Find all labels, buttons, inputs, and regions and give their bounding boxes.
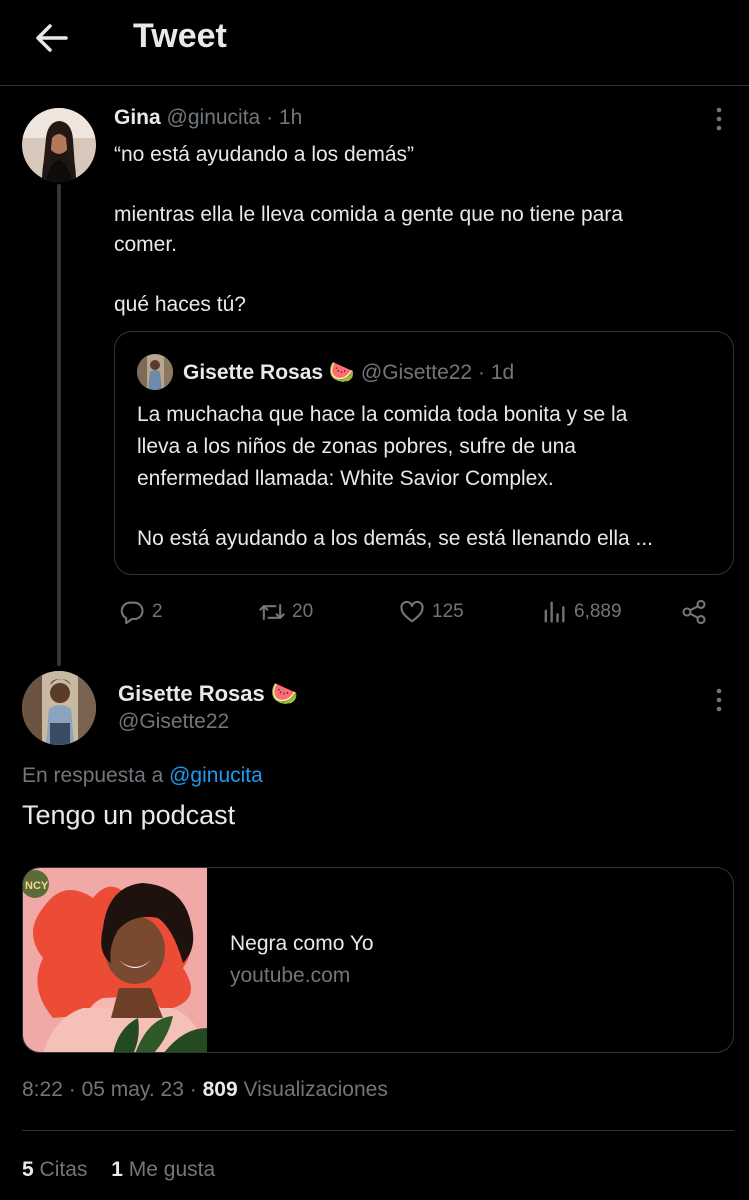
reply-text: Tengo un podcast xyxy=(22,800,236,830)
avatar-gisette-small xyxy=(137,354,173,390)
link-preview-card[interactable]: NCY Negra como Yo youtube.com xyxy=(22,867,734,1053)
reply-author-handle[interactable]: @Gisette22 xyxy=(118,710,229,734)
engagement-stats: 5 Citas 1 Me gusta xyxy=(22,1158,233,1182)
quoted-text-line: No está ayudando a los demás, se está ll… xyxy=(137,527,653,550)
reply-count: 2 xyxy=(152,601,163,622)
more-options-icon[interactable] xyxy=(704,685,734,715)
meta-separator: · xyxy=(266,106,274,129)
avatar-gisette[interactable] xyxy=(22,671,96,745)
tweet-text-line: mientras ella le lleva comida a gente qu… xyxy=(114,203,623,226)
author-handle[interactable]: @ginucita xyxy=(167,106,261,129)
tweet-text-line: qué haces tú? xyxy=(114,293,246,316)
timestamp-date[interactable]: 05 may. 23 xyxy=(82,1078,184,1101)
likes-label: Me gusta xyxy=(128,1158,216,1181)
meta-separator: · xyxy=(189,1078,197,1101)
card-badge: NCY xyxy=(25,880,49,892)
tweet-header: Gina @ginucita · 1h xyxy=(114,106,302,130)
views-label: Visualizaciones xyxy=(243,1078,388,1101)
meta-separator: · xyxy=(477,361,485,384)
quoted-author-name: Gisette Rosas xyxy=(183,361,324,384)
reply-to-handle-link[interactable]: @ginucita xyxy=(169,764,263,787)
like-count: 125 xyxy=(432,601,464,622)
top-bar: Tweet xyxy=(0,0,749,86)
watermelon-emoji: 🍉 xyxy=(270,681,299,706)
quoted-tweet[interactable]: Gisette Rosas 🍉 @Gisette22 · 1d La mucha… xyxy=(114,331,734,575)
heart-icon xyxy=(400,600,424,623)
views-count: 6,889 xyxy=(574,601,622,622)
quoted-author-handle: @Gisette22 xyxy=(360,361,473,384)
author-name[interactable]: Gina xyxy=(114,106,161,129)
avatar-gina[interactable] xyxy=(22,108,96,182)
views-button[interactable]: 6,889 xyxy=(540,596,622,628)
retweet-count: 20 xyxy=(292,601,314,622)
card-thumbnail: NCY xyxy=(23,868,207,1052)
back-arrow-icon[interactable] xyxy=(32,20,72,56)
views-total: 809 xyxy=(202,1078,238,1101)
reply-author: Gisette Rosas 🍉 xyxy=(118,681,298,707)
tweet-text-line: comer. xyxy=(114,233,178,256)
reply-context: En respuesta a @ginucita xyxy=(22,764,263,788)
like-button[interactable]: 125 xyxy=(398,596,464,628)
quoted-tweet-time: 1d xyxy=(490,361,515,384)
timestamp-time[interactable]: 8:22 xyxy=(22,1078,63,1101)
page-title: Tweet xyxy=(133,17,227,55)
more-options-icon[interactable] xyxy=(704,104,734,134)
reply-author-name[interactable]: Gisette Rosas xyxy=(118,681,265,706)
reply-icon xyxy=(120,601,144,625)
quotes-count: 5 xyxy=(22,1158,34,1181)
quotes-label: Citas xyxy=(39,1158,88,1181)
share-icon xyxy=(682,599,706,625)
retweet-button[interactable]: 20 xyxy=(258,596,313,628)
card-title: Negra como Yo xyxy=(230,932,374,955)
quoted-text-line: enfermedad llamada: White Savior Complex… xyxy=(137,467,554,490)
quotes-stat[interactable]: 5 Citas xyxy=(22,1158,93,1181)
share-button[interactable] xyxy=(680,596,708,628)
retweet-icon xyxy=(259,603,285,621)
tweet-timestamp: 8:22 · 05 may. 23 · 809 Visualizaciones xyxy=(22,1078,388,1102)
meta-separator: · xyxy=(68,1078,76,1101)
watermelon-emoji: 🍉 xyxy=(328,361,356,384)
tweet-text-line: “no está ayudando a los demás” xyxy=(114,143,415,166)
reply-button[interactable]: 2 xyxy=(118,596,163,628)
views-chart-icon xyxy=(544,601,565,623)
tweet-time[interactable]: 1h xyxy=(279,106,302,129)
likes-count: 1 xyxy=(111,1158,123,1181)
quoted-text-line: lleva a los niños de zonas pobres, sufre… xyxy=(137,435,576,458)
likes-stat[interactable]: 1 Me gusta xyxy=(111,1158,215,1181)
quoted-text-line: La muchacha que hace la comida toda boni… xyxy=(137,403,628,426)
quoted-tweet-header: Gisette Rosas 🍉 @Gisette22 · 1d xyxy=(183,361,514,385)
card-domain: youtube.com xyxy=(230,964,351,987)
thread-connector-line xyxy=(57,184,61,666)
reply-prefix: En respuesta a xyxy=(22,764,164,787)
divider xyxy=(22,1130,734,1131)
